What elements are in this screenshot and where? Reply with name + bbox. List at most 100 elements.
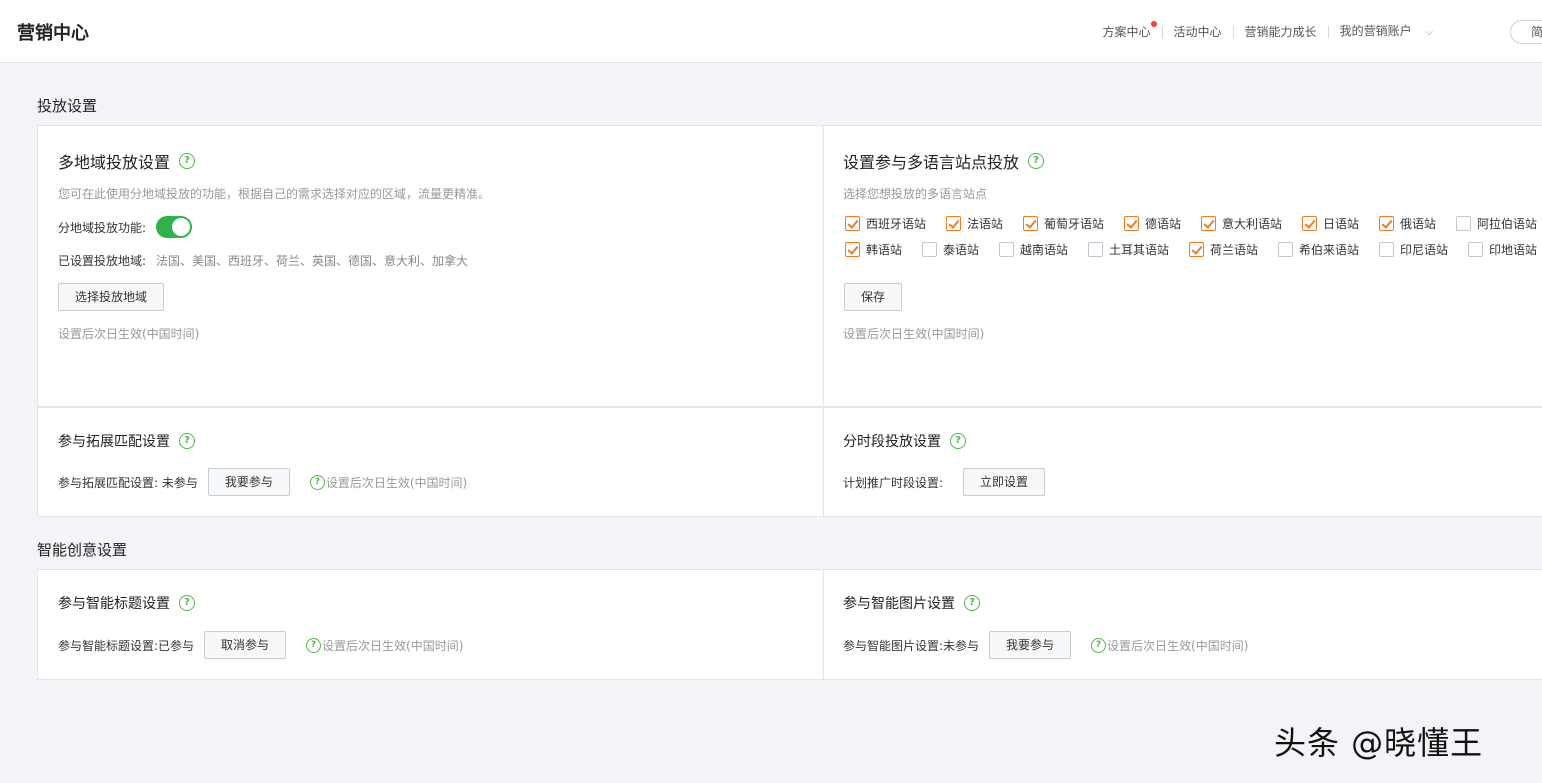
effective-note: ? 设置后次日生效(中国时间)	[306, 637, 463, 654]
help-icon[interactable]: ?	[179, 595, 195, 611]
smart-title-heading: 参与智能标题设置	[58, 596, 170, 612]
notification-dot	[1150, 21, 1157, 27]
help-icon[interactable]: ?	[1028, 153, 1045, 169]
site-checkbox-vietnamese[interactable]: 越南语站	[999, 241, 1068, 258]
checkbox-box	[999, 242, 1014, 257]
nav-label: 我的营销账户	[1339, 24, 1412, 38]
site-checkbox-portuguese[interactable]: 葡萄牙语站	[1023, 215, 1104, 232]
select-region-button[interactable]: 选择投放地域	[58, 283, 164, 311]
checkbox-box	[1023, 216, 1038, 231]
site-checkbox-dutch[interactable]: 荷兰语站	[1189, 241, 1258, 258]
site-checkbox-russian[interactable]: 俄语站	[1379, 215, 1436, 232]
top-bar: 营销中心 方案中心 活动中心 营销能力成长 我的营销账户 ⌵ 简	[0, 0, 1542, 63]
effective-note: 设置后次日生效(中国时间)	[843, 327, 985, 341]
regions-label: 已设置投放地域:	[58, 254, 147, 268]
site-checkbox-thai[interactable]: 泰语站	[922, 241, 979, 258]
checkbox-label: 印地语站	[1489, 243, 1538, 257]
smart-title-row: 参与智能标题设置:已参与 取消参与 ? 设置后次日生效(中国时间)	[58, 631, 463, 659]
help-icon[interactable]: ?	[309, 474, 325, 490]
help-icon[interactable]: ?	[950, 433, 966, 449]
app-title: 营销中心	[17, 23, 89, 44]
join-expand-match-button[interactable]: 我要参与	[207, 468, 290, 496]
effective-note: ? 设置后次日生效(中国时间)	[309, 474, 467, 491]
help-icon[interactable]: ?	[1091, 637, 1107, 653]
smart-image-row: 参与智能图片设置:未参与 我要参与 ? 设置后次日生效(中国时间)	[843, 631, 1248, 659]
checkbox-box	[1379, 216, 1394, 231]
multi-region-card: 多地域投放设置 ?	[58, 149, 196, 173]
multi-region-desc: 您可在此使用分地域投放的功能，根据自己的需求选择对应的区域，流量更精准。	[58, 187, 491, 201]
site-checkbox-turkish[interactable]: 土耳其语站	[1088, 241, 1169, 258]
cancel-participation-button[interactable]: 取消参与	[204, 631, 287, 659]
regions-value: 法国、美国、西班牙、荷兰、英国、德国、意大利、加拿大	[156, 254, 469, 268]
checkbox-label: 希伯来语站	[1299, 243, 1360, 257]
checkbox-label: 泰语站	[943, 243, 980, 257]
checkbox-box	[1189, 242, 1204, 257]
creative-panel	[37, 569, 1542, 680]
nav-my-account[interactable]: 我的营销账户 ⌵	[1329, 22, 1444, 42]
watermark-text: 头条 @晓懂王	[1274, 724, 1484, 762]
checkbox-label: 印尼语站	[1400, 243, 1449, 257]
checkbox-label: 荷兰语站	[1210, 243, 1259, 257]
nav-solution-center[interactable]: 方案中心	[1092, 21, 1162, 41]
checkbox-box	[1302, 216, 1317, 231]
checkbox-label: 意大利语站	[1222, 217, 1283, 231]
site-checkbox-french[interactable]: 法语站	[946, 215, 1003, 232]
checkbox-box	[922, 242, 937, 257]
help-icon[interactable]: ?	[306, 637, 322, 653]
note-text: 设置后次日生效(中国时间)	[1107, 638, 1249, 653]
site-checkbox-german[interactable]: 德语站	[1124, 215, 1181, 232]
smart-image-status: 参与智能图片设置:未参与	[843, 638, 980, 653]
nav-marketing-growth[interactable]: 营销能力成长	[1234, 23, 1328, 41]
multi-region-title: 多地域投放设置	[58, 153, 171, 172]
effective-note: ? 设置后次日生效(中国时间)	[1091, 637, 1248, 654]
multi-lang-desc: 选择您想投放的多语言站点	[843, 187, 988, 201]
panel-divider	[823, 570, 824, 679]
site-checkbox-hindi[interactable]: 印地语站	[1468, 241, 1537, 258]
site-checkbox-spanish[interactable]: 西班牙语站	[845, 215, 926, 232]
toggle-label: 分地域投放功能:	[58, 220, 147, 235]
nav-label: 营销能力成长	[1244, 25, 1317, 39]
checkbox-box	[1456, 216, 1471, 231]
join-smart-image-button[interactable]: 我要参与	[989, 631, 1072, 659]
multi-lang-title: 设置参与多语言站点投放	[843, 153, 1020, 172]
nav-activity-center[interactable]: 活动中心	[1163, 23, 1233, 41]
site-checkbox-italian[interactable]: 意大利语站	[1201, 215, 1282, 232]
site-checkbox-japanese[interactable]: 日语站	[1302, 215, 1359, 232]
checkbox-label: 韩语站	[866, 243, 903, 257]
panel-divider	[823, 126, 824, 516]
time-slot-card: 分时段投放设置 ?	[843, 431, 966, 451]
site-checkbox-korean[interactable]: 韩语站	[845, 241, 902, 258]
save-button[interactable]: 保存	[844, 283, 902, 311]
checkbox-box	[1088, 242, 1103, 257]
checkbox-box	[1124, 216, 1139, 231]
help-icon[interactable]: ?	[179, 153, 196, 169]
toggle-knob	[172, 218, 191, 236]
section-title-placement: 投放设置	[37, 97, 98, 115]
checkbox-label: 葡萄牙语站	[1044, 217, 1105, 231]
nav-label: 活动中心	[1173, 25, 1222, 39]
time-slot-label: 计划推广时段设置:	[843, 475, 944, 490]
help-icon[interactable]: ?	[179, 433, 195, 449]
site-checkbox-arabic[interactable]: 阿拉伯语站	[1456, 215, 1537, 232]
expand-match-title: 参与拓展匹配设置	[58, 434, 170, 450]
expand-match-status: 参与拓展匹配设置: 未参与	[58, 475, 198, 490]
top-nav: 方案中心 活动中心 营销能力成长 我的营销账户 ⌵	[1092, 21, 1444, 42]
set-now-button[interactable]: 立即设置	[963, 468, 1046, 496]
checkbox-label: 阿拉伯语站	[1477, 217, 1538, 231]
note-text: 设置后次日生效(中国时间)	[322, 638, 464, 653]
language-button[interactable]: 简	[1510, 20, 1542, 44]
region-toggle-row: 分地域投放功能:	[58, 216, 193, 238]
site-checkbox-hebrew[interactable]: 希伯来语站	[1278, 241, 1359, 258]
multi-lang-card: 设置参与多语言站点投放 ?	[843, 149, 1045, 173]
region-toggle-switch[interactable]	[156, 216, 193, 238]
checkbox-label: 日语站	[1323, 217, 1360, 231]
placement-panel	[37, 125, 1542, 517]
section-title-creative: 智能创意设置	[37, 541, 128, 559]
checkbox-label: 俄语站	[1400, 217, 1437, 231]
regions-row: 已设置投放地域: 法国、美国、西班牙、荷兰、英国、德国、意大利、加拿大	[58, 252, 468, 269]
expand-match-card: 参与拓展匹配设置 ?	[58, 431, 195, 451]
expand-match-row: 参与拓展匹配设置: 未参与 我要参与 ? 设置后次日生效(中国时间)	[58, 468, 467, 496]
site-checkbox-indonesian[interactable]: 印尼语站	[1379, 241, 1448, 258]
help-icon[interactable]: ?	[964, 595, 980, 611]
checkbox-box	[946, 216, 961, 231]
